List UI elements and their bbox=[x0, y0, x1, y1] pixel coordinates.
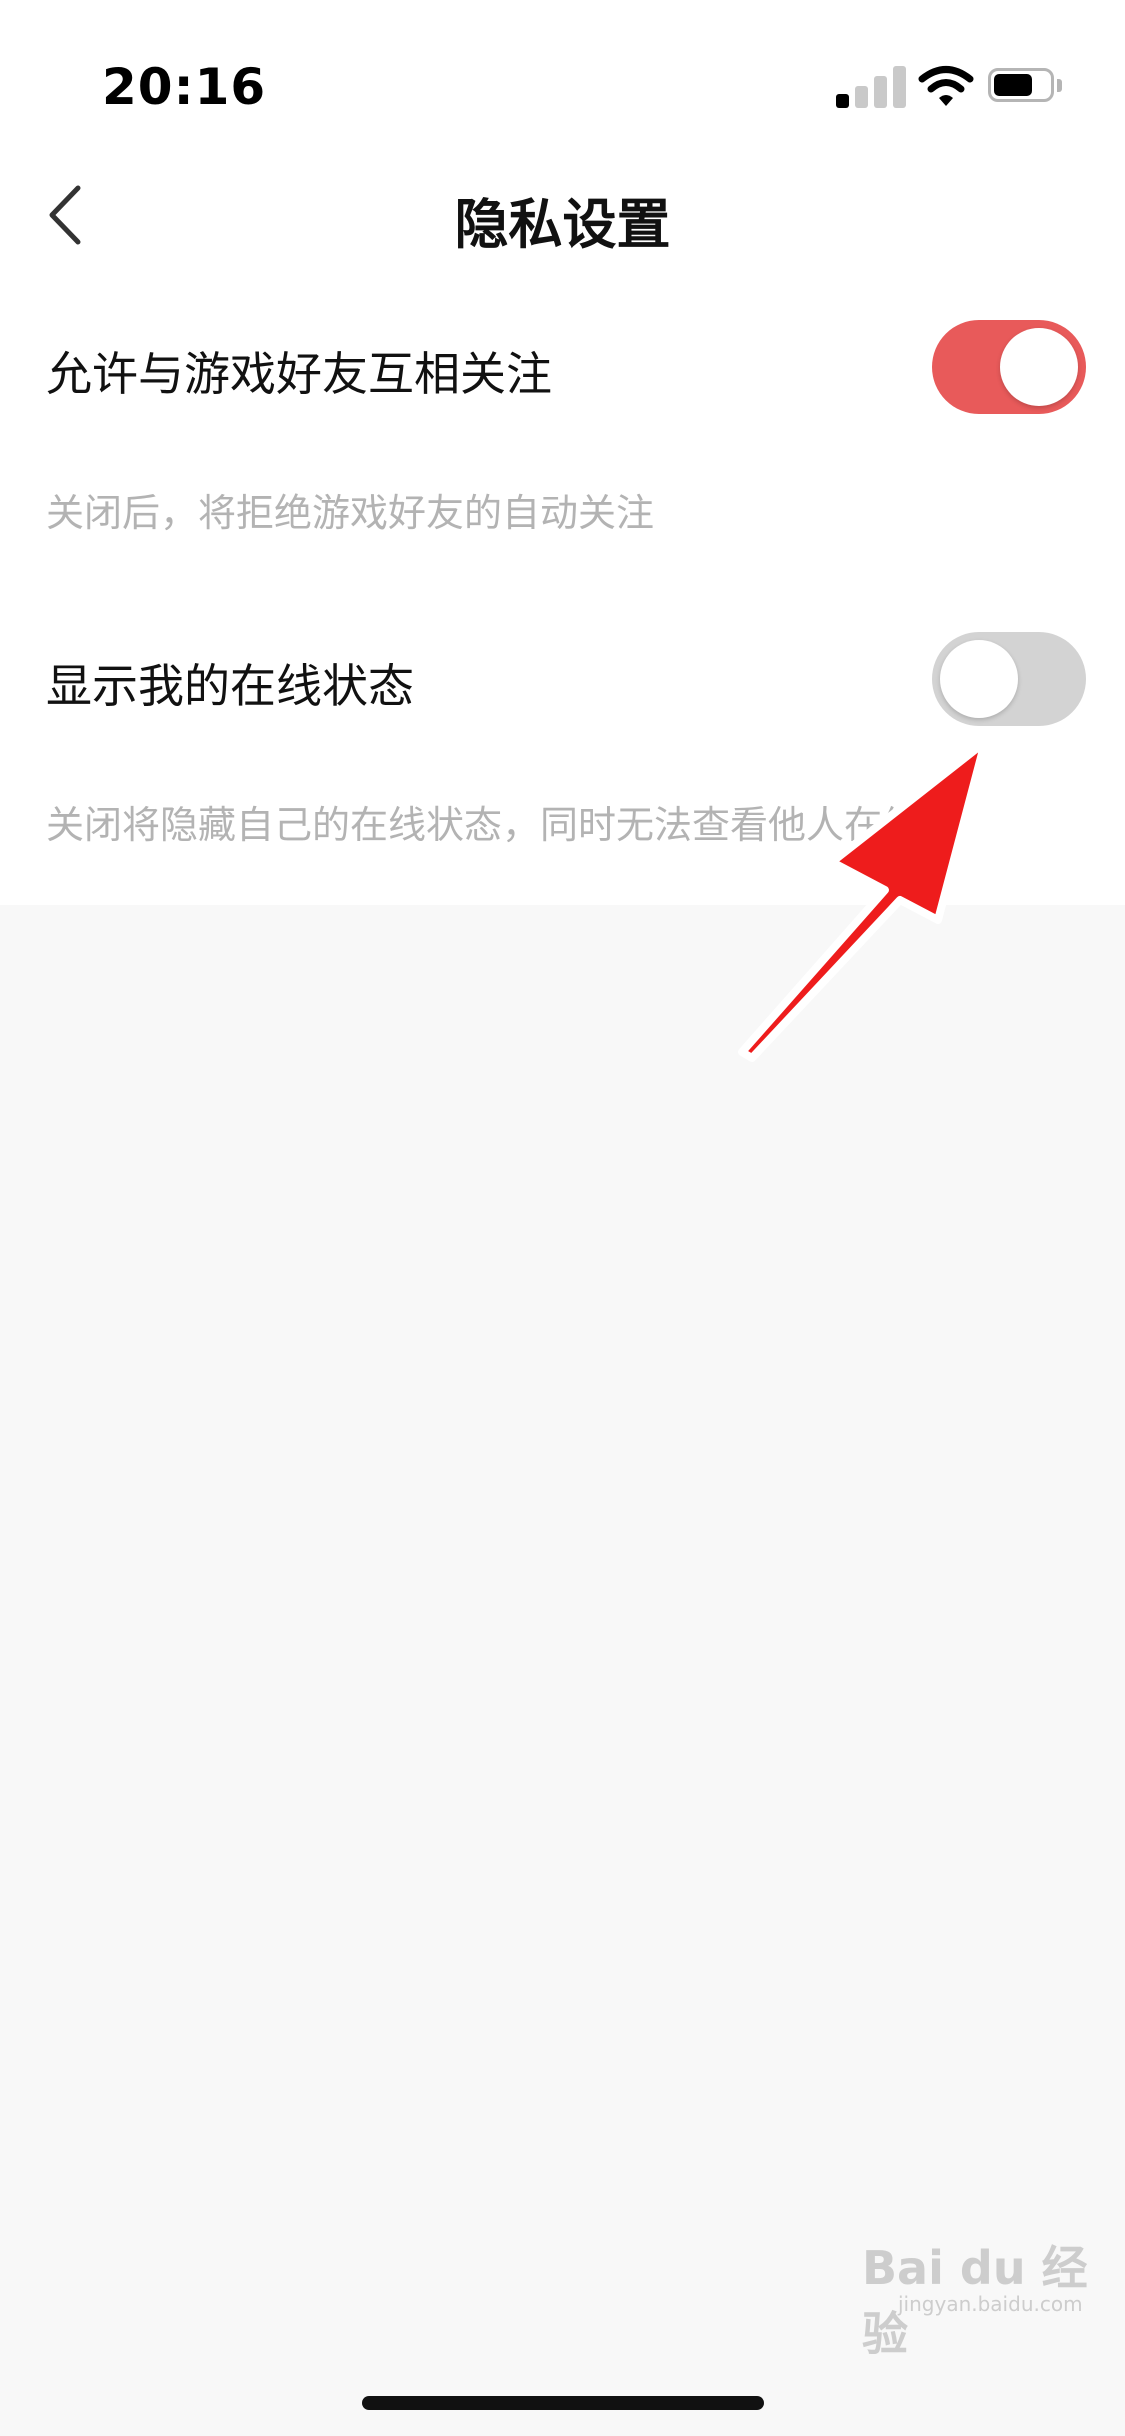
home-indicator bbox=[362, 2396, 764, 2410]
toggle-knob bbox=[1000, 328, 1078, 406]
setting-desc-online-status: 关闭将隐藏自己的在线状态，同时无法查看他人在线 bbox=[46, 803, 921, 847]
follow-friends-toggle[interactable] bbox=[932, 320, 1086, 414]
setting-desc-follow-friends: 关闭后，将拒绝游戏好友的自动关注 bbox=[46, 491, 655, 535]
online-status-toggle[interactable] bbox=[932, 632, 1086, 726]
page-title: 隐私设置 bbox=[454, 193, 671, 256]
status-time: 20:16 bbox=[102, 58, 267, 116]
signal-icon bbox=[836, 64, 906, 108]
toggle-knob bbox=[940, 640, 1018, 718]
setting-label-follow-friends: 允许与游戏好友互相关注 bbox=[46, 347, 552, 401]
battery-icon bbox=[988, 68, 1054, 102]
battery-tip bbox=[1057, 79, 1062, 92]
settings-panel bbox=[0, 0, 1125, 905]
setting-label-online-status: 显示我的在线状态 bbox=[46, 659, 414, 713]
watermark-sub: jingyan.baidu.com bbox=[898, 2292, 1083, 2316]
wifi-icon bbox=[918, 66, 974, 106]
